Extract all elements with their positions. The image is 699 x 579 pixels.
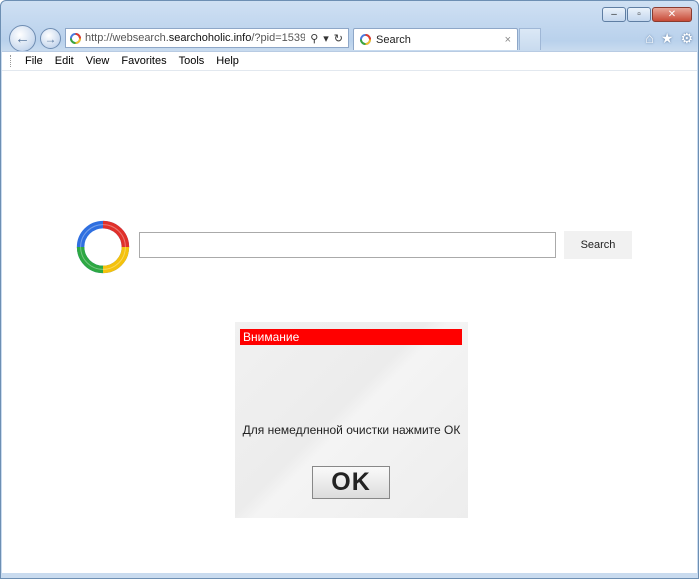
menu-bar: File Edit View Favorites Tools Help [2,51,697,70]
gear-icon[interactable]: ⚙ [680,30,693,47]
browser-window: – ▫ ✕ ← → http://websearch.searchoholic.… [0,0,699,579]
home-icon[interactable]: ⌂ [645,30,653,47]
menu-grip [10,55,13,67]
dialog-title: Внимание [240,329,462,345]
command-bar [2,70,697,94]
chevron-down-icon[interactable]: ▾ [323,32,329,45]
search-logo-icon [76,220,130,274]
tab-favicon-icon [359,33,372,46]
search-icon[interactable]: ⚲ [310,32,318,45]
site-favicon-icon [69,32,82,44]
dialog-message: Для немедленной очистки нажмите ОК [242,423,461,437]
search-input[interactable] [139,232,556,258]
back-arrow-icon: ← [15,30,30,47]
browser-tab-search[interactable]: Search × [353,28,518,50]
ok-button[interactable]: OK [312,466,390,499]
forward-button[interactable]: → [40,28,61,49]
tab-close-icon[interactable]: × [505,34,511,46]
menu-file[interactable]: File [19,55,49,67]
minimize-button[interactable]: – [602,7,626,22]
close-window-button[interactable]: ✕ [652,7,692,22]
menu-view[interactable]: View [80,55,116,67]
menu-edit[interactable]: Edit [49,55,80,67]
search-button[interactable]: Search [564,231,632,259]
star-icon[interactable]: ★ [661,30,674,47]
back-button[interactable]: ← [9,25,36,52]
refresh-icon[interactable]: ↻ [334,32,343,45]
page-content: Search Внимание Для немедленной очистки … [2,93,697,573]
warning-dialog: Внимание Для немедленной очистки нажмите… [235,322,468,518]
new-tab-button[interactable] [519,28,541,50]
tab-title: Search [376,33,411,46]
menu-help[interactable]: Help [210,55,245,67]
forward-arrow-icon: → [44,31,57,46]
menu-favorites[interactable]: Favorites [115,55,172,67]
address-bar[interactable]: http://websearch.searchoholic.info/?pid=… [65,28,349,48]
window-controls: – ▫ ✕ [602,7,692,22]
menu-tools[interactable]: Tools [173,55,211,67]
navigation-bar: ← → http://websearch.searchoholic.info/?… [7,25,697,52]
address-url: http://websearch.searchoholic.info/?pid=… [85,32,306,44]
maximize-button[interactable]: ▫ [627,7,651,22]
